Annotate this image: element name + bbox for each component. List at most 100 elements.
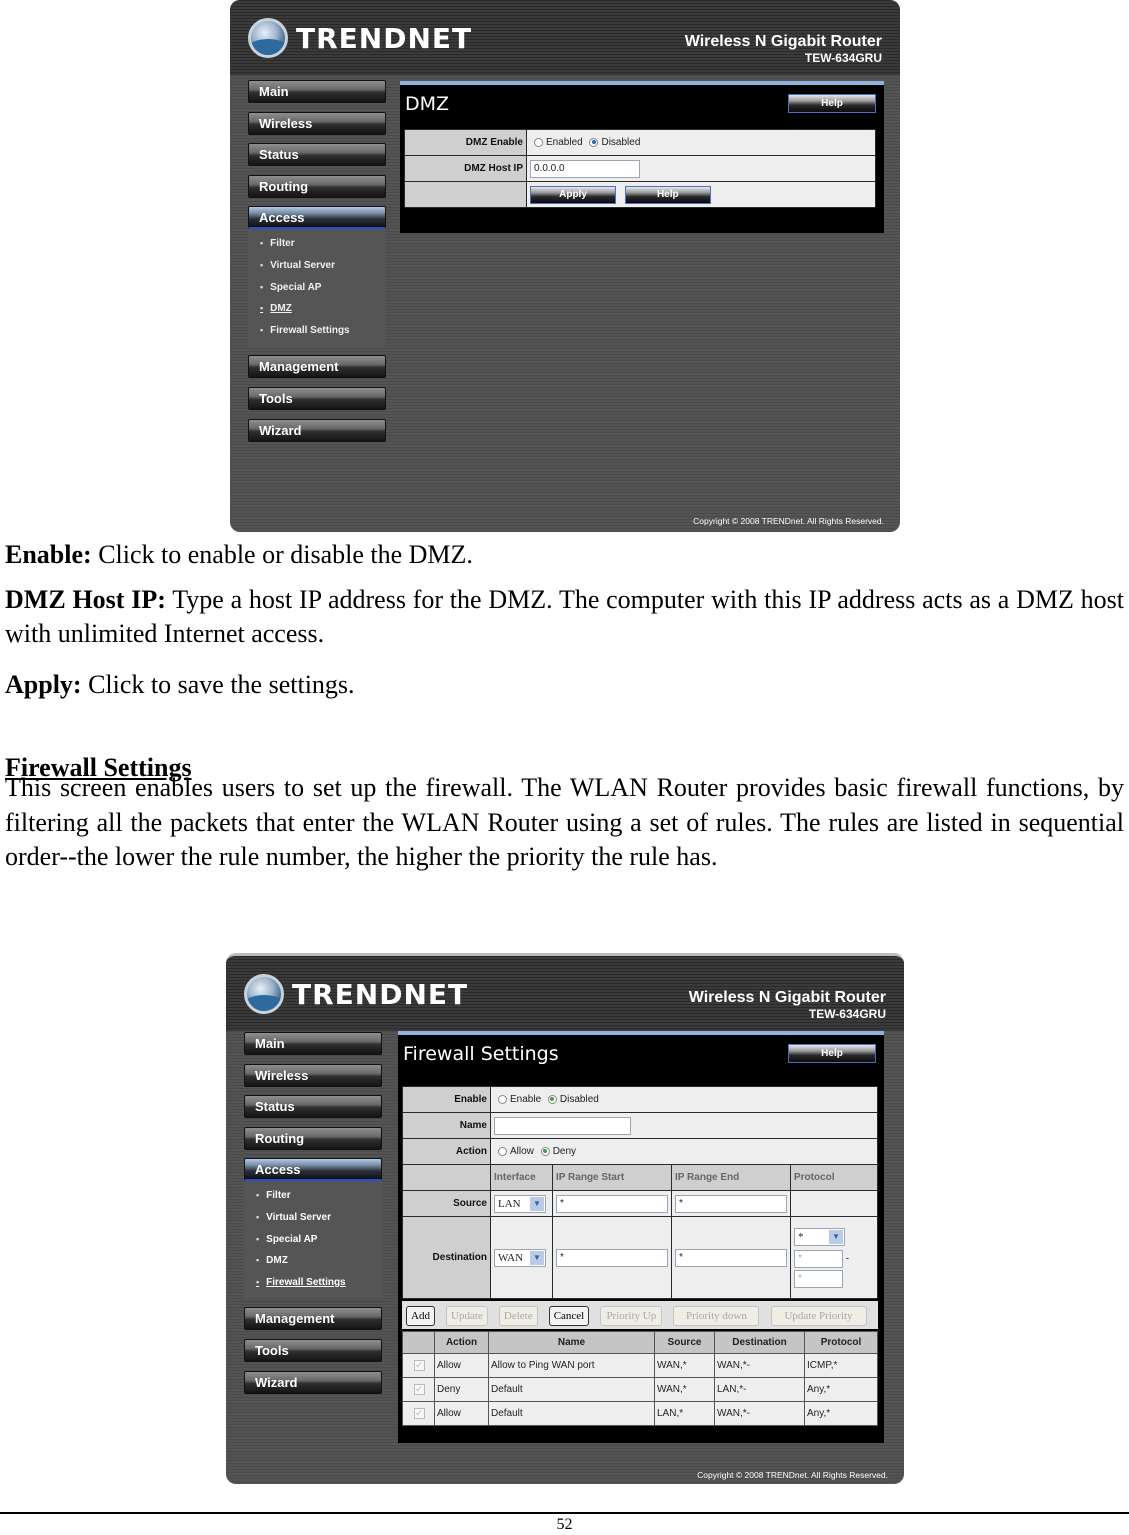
dest-protocol-value: *	[798, 1230, 804, 1243]
host-ip-term: DMZ Host IP:	[5, 585, 166, 614]
source-interface-select[interactable]: LAN ▼	[494, 1194, 546, 1213]
update-priority-button[interactable]: Update Priority	[770, 1305, 867, 1326]
nav-dmz[interactable]: DMZ	[260, 298, 386, 320]
rule-checkbox[interactable]: ✓	[413, 1408, 425, 1419]
nav-special-ap[interactable]: Special AP	[260, 277, 386, 299]
access-submenu: Filter Virtual Server Special AP DMZ Fir…	[244, 1181, 382, 1300]
col-destination: Destination	[714, 1331, 805, 1354]
enabled-label: Enabled	[546, 137, 583, 148]
enable-option-label: Enable	[510, 1094, 542, 1105]
help-button-top[interactable]: Help	[788, 94, 876, 113]
dmz-disabled-radio[interactable]	[589, 137, 599, 147]
dest-interface-select[interactable]: WAN ▼	[494, 1248, 546, 1267]
priority-down-button[interactable]: Priority down	[673, 1305, 760, 1326]
source-ip-start-input[interactable]: *	[556, 1194, 668, 1213]
col-protocol: Protocol	[790, 1164, 878, 1191]
nav-management[interactable]: Management	[248, 355, 386, 379]
nav-wizard[interactable]: Wizard	[244, 1370, 382, 1394]
disabled-label: Disabled	[601, 137, 641, 148]
dmz-host-ip-input[interactable]: 0.0.0.0	[530, 159, 640, 178]
rule-source: LAN,*	[654, 1401, 715, 1426]
table-row[interactable]: ✓ Deny Default WAN,* LAN,*- Any,*	[402, 1377, 878, 1402]
rule-name: Allow to Ping WAN port	[488, 1353, 655, 1378]
nav-filter[interactable]: Filter	[256, 1185, 382, 1207]
product-info: Wireless N Gigabit Router TEW-634GRU	[689, 989, 886, 1021]
col-ip-range-start: IP Range Start	[552, 1164, 672, 1191]
table-row[interactable]: ✓ Allow Default LAN,* WAN,*- Any,*	[402, 1401, 878, 1426]
rule-protocol: Any,*	[804, 1401, 878, 1426]
router-header: TRENDNET Wireless N Gigabit Router TEW-6…	[226, 956, 904, 1031]
update-button[interactable]: Update	[446, 1305, 488, 1326]
allow-radio[interactable]	[498, 1146, 507, 1156]
rule-source: WAN,*	[654, 1377, 715, 1402]
nav-main[interactable]: Main	[248, 80, 386, 103]
access-submenu: Filter Virtual Server Special AP DMZ Fir…	[248, 229, 386, 348]
nav-main[interactable]: Main	[244, 1032, 382, 1055]
nav-virtual-server[interactable]: Virtual Server	[260, 255, 386, 277]
priority-up-button[interactable]: Priority Up	[600, 1305, 663, 1326]
deny-option-label: Deny	[552, 1146, 577, 1157]
nav-wizard[interactable]: Wizard	[248, 418, 386, 442]
dmz-enabled-radio[interactable]	[534, 137, 543, 147]
disabled-radio[interactable]	[547, 1094, 557, 1104]
nav-special-ap[interactable]: Special AP	[256, 1229, 382, 1251]
table-row[interactable]: ✓ Allow Allow to Ping WAN port WAN,* WAN…	[402, 1353, 878, 1378]
nav-access[interactable]: Access	[244, 1158, 382, 1182]
rule-checkbox[interactable]: ✓	[413, 1384, 425, 1395]
nav-status[interactable]: Status	[244, 1095, 382, 1119]
col-select	[402, 1331, 435, 1354]
firewall-form: Enable Enable Disabled Name Action Allow…	[402, 1086, 878, 1299]
nav-filter[interactable]: Filter	[260, 233, 386, 255]
nav-firewall-settings[interactable]: Firewall Settings	[256, 1272, 382, 1294]
add-button[interactable]: Add	[406, 1305, 435, 1326]
rule-destination: WAN,*-	[714, 1401, 805, 1426]
nav-access[interactable]: Access	[248, 206, 386, 230]
copyright: Copyright © 2008 TRENDnet. All Rights Re…	[697, 1470, 888, 1480]
trendnet-logo: TRENDNET	[244, 974, 468, 1014]
deny-radio[interactable]	[540, 1146, 550, 1156]
nav-dmz[interactable]: DMZ	[256, 1250, 382, 1272]
nav-tools[interactable]: Tools	[244, 1338, 382, 1362]
firewall-screenshot: TRENDNET Wireless N Gigabit Router TEW-6…	[226, 953, 904, 1484]
dest-port-end-input[interactable]: *	[794, 1269, 843, 1288]
dest-port-start-input[interactable]: *	[794, 1249, 843, 1268]
rule-checkbox[interactable]: ✓	[413, 1360, 425, 1371]
product-model: TEW-634GRU	[808, 1007, 886, 1021]
help-button[interactable]: Help	[624, 185, 711, 204]
dmz-form: DMZ Enable Enabled Disabled DMZ Host IP …	[404, 129, 876, 208]
nav-tools[interactable]: Tools	[248, 386, 386, 410]
name-input[interactable]	[494, 1116, 631, 1135]
rule-action: Allow	[434, 1353, 489, 1378]
nav-wireless[interactable]: Wireless	[244, 1063, 382, 1087]
rule-action-bar: Add Update Delete Cancel Priority Up Pri…	[402, 1301, 878, 1329]
enable-label: Enable	[402, 1086, 491, 1113]
enable-description: Enable: Click to enable or disable the D…	[5, 538, 1124, 572]
enable-radio[interactable]	[498, 1094, 507, 1104]
nav-routing[interactable]: Routing	[244, 1126, 382, 1150]
panel-title: Firewall Settings	[403, 1043, 559, 1065]
apply-button[interactable]: Apply	[530, 185, 616, 204]
dest-ip-end-input[interactable]: *	[675, 1248, 787, 1267]
trendnet-logo: TRENDNET	[248, 18, 472, 58]
apply-desc: Click to save the settings.	[81, 670, 355, 699]
product-name: Wireless N Gigabit Router	[688, 989, 886, 1006]
sidebar-nav: Main Wireless Status Routing Access Filt…	[248, 80, 386, 450]
host-ip-description: DMZ Host IP: Type a host IP address for …	[5, 583, 1124, 651]
rule-destination: WAN,*-	[714, 1353, 805, 1378]
footer-divider	[0, 1512, 1129, 1514]
nav-routing[interactable]: Routing	[248, 174, 386, 198]
delete-button[interactable]: Delete	[498, 1305, 538, 1326]
host-ip-desc: Type a host IP address for the DMZ. The …	[5, 585, 1125, 648]
nav-status[interactable]: Status	[248, 143, 386, 167]
nav-firewall-settings[interactable]: Firewall Settings	[260, 320, 386, 342]
nav-wireless[interactable]: Wireless	[248, 111, 386, 135]
dest-protocol-select[interactable]: * ▼	[794, 1227, 845, 1246]
help-button[interactable]: Help	[788, 1044, 876, 1063]
cancel-button[interactable]: Cancel	[548, 1305, 590, 1326]
nav-virtual-server[interactable]: Virtual Server	[256, 1207, 382, 1229]
enable-desc: Click to enable or disable the DMZ.	[91, 540, 473, 569]
rule-protocol: ICMP,*	[804, 1353, 878, 1378]
source-ip-end-input[interactable]: *	[675, 1194, 787, 1213]
dest-ip-start-input[interactable]: *	[556, 1248, 668, 1267]
nav-management[interactable]: Management	[244, 1307, 382, 1331]
